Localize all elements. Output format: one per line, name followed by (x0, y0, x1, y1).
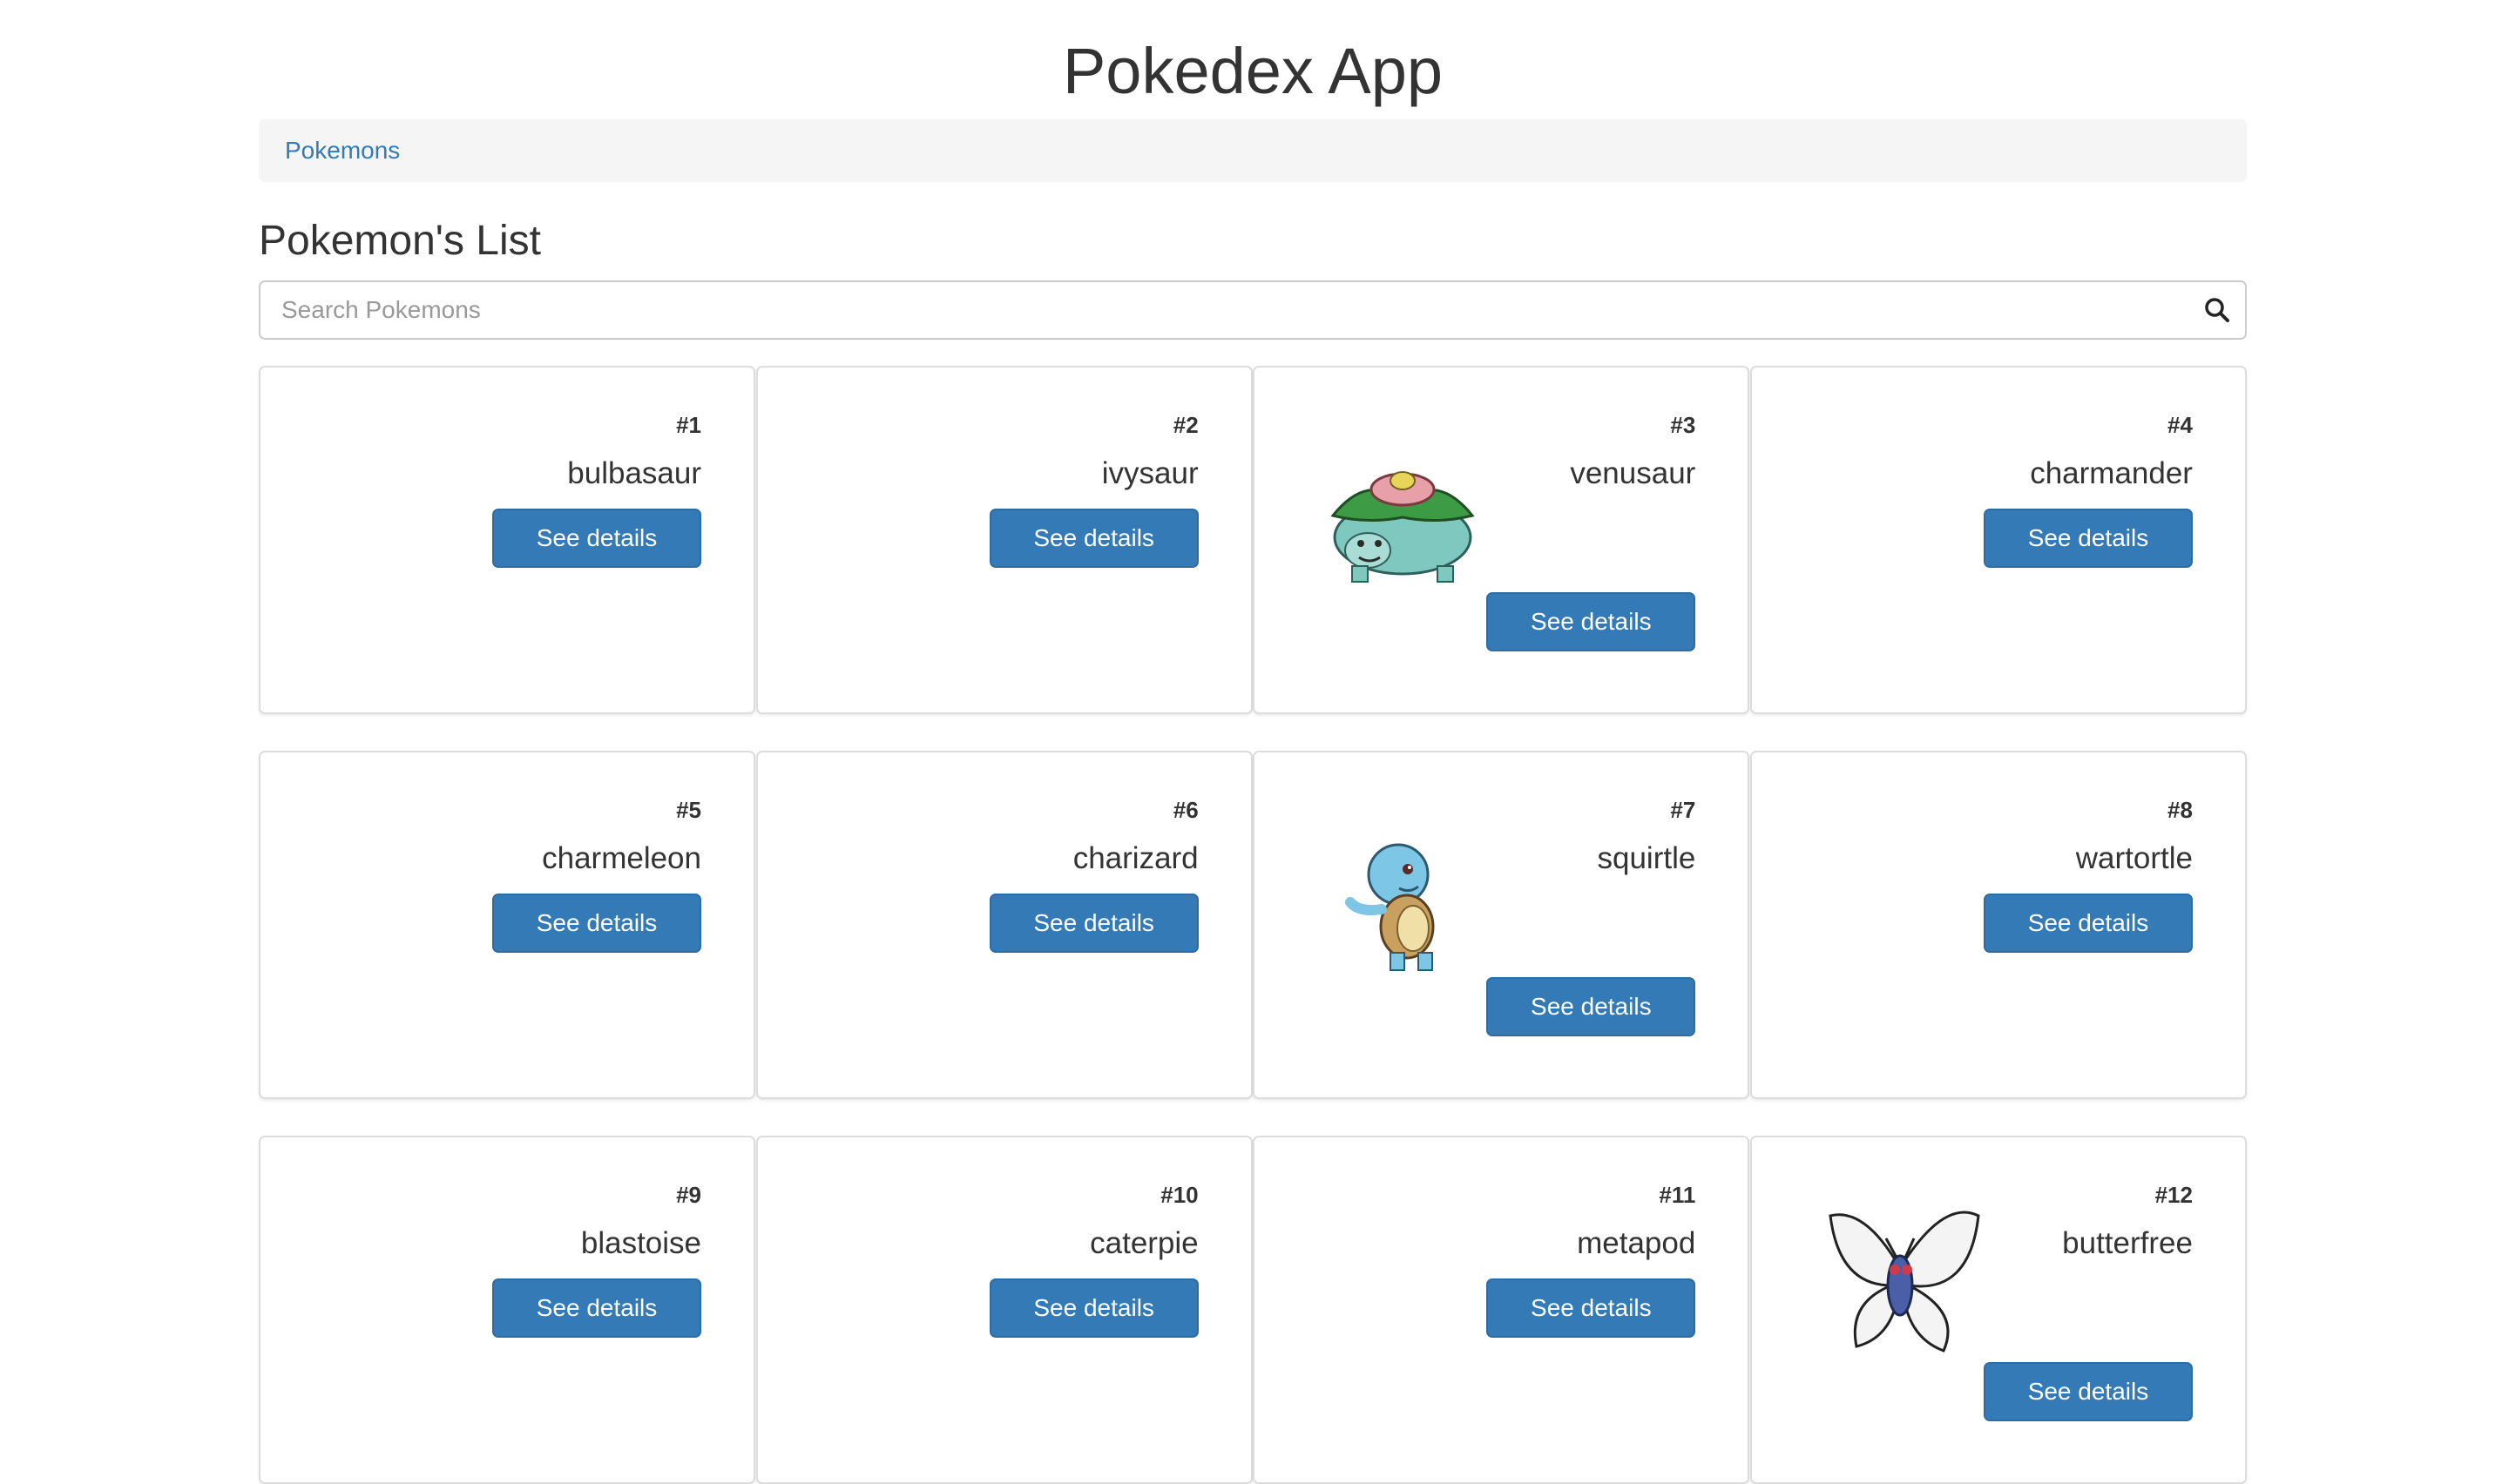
pokemon-card: #3 venusaur See details (1253, 366, 1750, 714)
pokemon-id: #4 (2167, 412, 2193, 438)
see-details-button[interactable]: See details (492, 894, 701, 953)
pokemon-card: #5 charmeleon See details (259, 751, 755, 1099)
see-details-button[interactable]: See details (1486, 977, 1696, 1036)
pokemon-id: #1 (676, 412, 701, 438)
breadcrumb: Pokemons (259, 119, 2247, 182)
pokemon-name: charizard (1072, 841, 1199, 875)
pokemon-id: #3 (1670, 412, 1696, 438)
squirtle-sprite (1345, 843, 1435, 971)
pokemon-name: butterfree (2062, 1226, 2193, 1260)
pokemon-id: #12 (2154, 1182, 2193, 1208)
butterfree-sprite (1829, 1211, 1980, 1352)
pokemon-card: #2 ivysaur See details (755, 366, 1253, 714)
pokemon-id: #10 (1160, 1182, 1199, 1208)
pokemon-name: venusaur (1570, 456, 1696, 490)
see-details-button[interactable]: See details (492, 509, 701, 568)
venusaur-sprite (1330, 471, 1475, 583)
see-details-button[interactable]: See details (1983, 894, 2193, 953)
see-details-button[interactable]: See details (989, 509, 1199, 568)
search-icon[interactable] (2189, 282, 2245, 338)
pokemon-name: ivysaur (1101, 456, 1199, 490)
pokemon-grid: #1 bulbasaur See details #2 ivysaur See … (259, 366, 2247, 1484)
see-details-button[interactable]: See details (1983, 509, 2193, 568)
pokemon-card: #10 caterpie See details (755, 1136, 1253, 1484)
pokemon-id: #11 (1659, 1182, 1696, 1208)
pokemon-name: caterpie (1090, 1226, 1199, 1260)
pokemon-card: #12 butterfree See details (1749, 1136, 2247, 1484)
pokemon-name: metapod (1577, 1226, 1696, 1260)
search-input[interactable] (260, 282, 2189, 338)
app-title: Pokedex App (1062, 35, 1444, 107)
pokemon-id: #6 (1173, 797, 1199, 823)
pokemon-id: #5 (676, 797, 701, 823)
pokemon-id: #2 (1173, 412, 1199, 438)
pokemon-name: squirtle (1597, 841, 1696, 875)
pokemon-name: charmeleon (542, 841, 701, 875)
pokemon-card: #11 metapod See details (1253, 1136, 1750, 1484)
pokemon-name: blastoise (580, 1226, 701, 1260)
pokemon-id: #9 (676, 1182, 701, 1208)
pokemon-name: bulbasaur (567, 456, 701, 490)
pokemon-card: #9 blastoise See details (259, 1136, 755, 1484)
search-bar (259, 280, 2247, 340)
breadcrumb-link-pokemons[interactable]: Pokemons (285, 137, 400, 165)
page-title: Pokemon's List (259, 218, 541, 264)
see-details-button[interactable]: See details (989, 894, 1199, 953)
see-details-button[interactable]: See details (1983, 1362, 2193, 1421)
pokemon-name: wartortle (2075, 841, 2193, 875)
pokemon-card: #1 bulbasaur See details (259, 366, 755, 714)
pokemon-card: #7 squirtle See details (1253, 751, 1750, 1099)
pokemon-name: charmander (2030, 456, 2193, 490)
pokemon-card: #8 wartortle See details (1749, 751, 2247, 1099)
pokemon-card: #4 charmander See details (1749, 366, 2247, 714)
see-details-button[interactable]: See details (1486, 592, 1696, 651)
pokemon-id: #7 (1670, 797, 1696, 823)
pokemon-id: #8 (2167, 797, 2193, 823)
pokemon-card: #6 charizard See details (755, 751, 1253, 1099)
